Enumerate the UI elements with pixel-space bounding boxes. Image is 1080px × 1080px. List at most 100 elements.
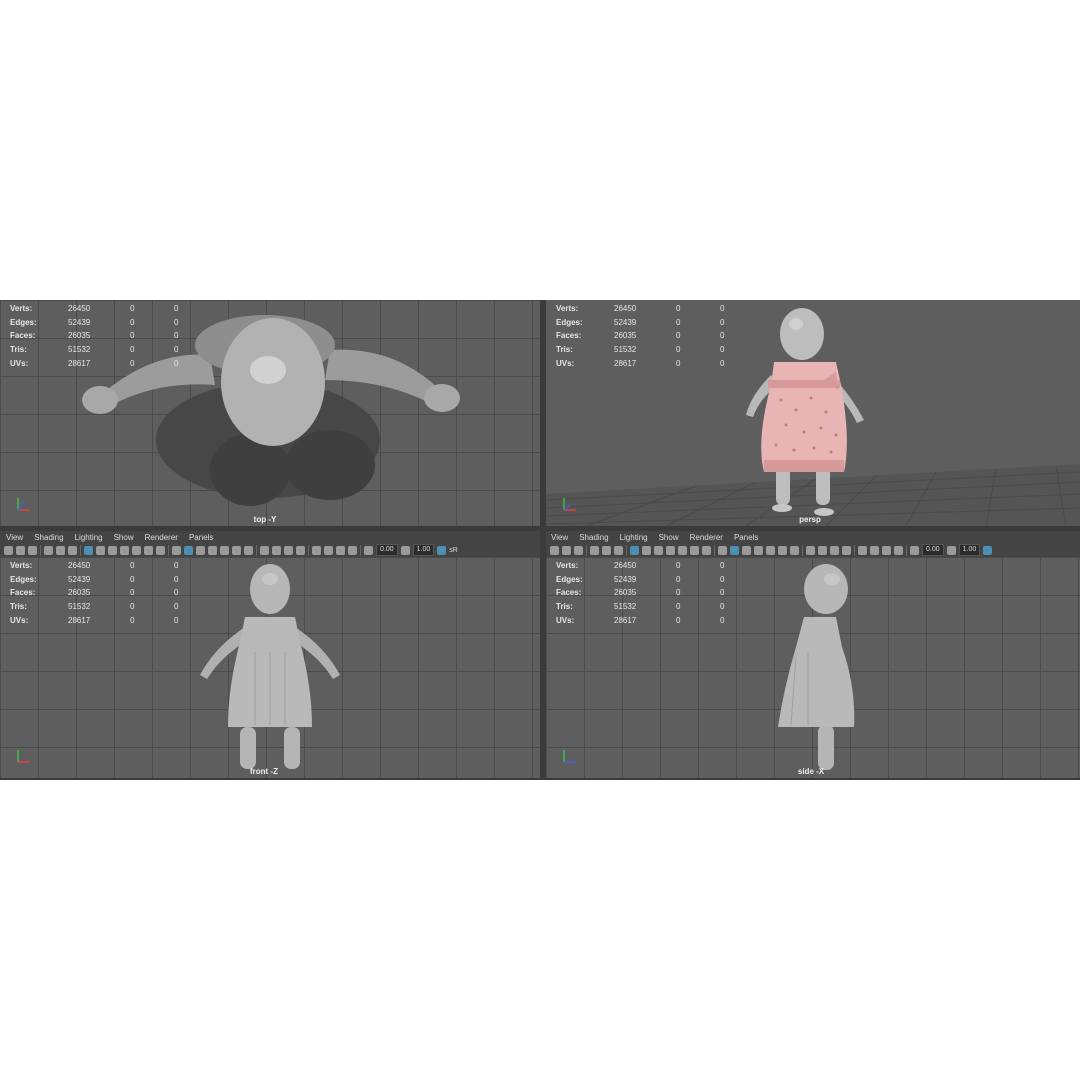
field-chart-icon[interactable] — [132, 545, 141, 555]
xray-icon[interactable] — [870, 545, 879, 555]
motion-blur-icon[interactable] — [818, 545, 827, 555]
motion-blur-icon[interactable] — [272, 545, 281, 555]
lights-icon[interactable] — [232, 545, 241, 555]
wireframe-icon[interactable] — [172, 545, 181, 555]
panel-toolbar: 0.00 1.00 sR — [0, 543, 540, 557]
menu-lighting[interactable]: Lighting — [620, 533, 648, 542]
wireframe-on-shaded-icon[interactable] — [208, 545, 217, 555]
gamma-field[interactable]: 1.00 — [958, 544, 981, 556]
separator — [586, 544, 587, 556]
safe-title-icon[interactable] — [702, 545, 711, 555]
shadows-icon[interactable] — [790, 545, 799, 555]
menu-view[interactable]: View — [6, 533, 23, 542]
depth-of-field-icon[interactable] — [842, 545, 851, 555]
separator — [854, 544, 855, 556]
shadows-icon[interactable] — [244, 545, 253, 555]
textured-icon[interactable] — [766, 545, 775, 555]
wireframe-icon[interactable] — [718, 545, 727, 555]
grid-toggle-icon[interactable] — [630, 545, 639, 555]
color-management-icon[interactable] — [983, 545, 993, 555]
camera-attributes-icon[interactable] — [16, 545, 25, 555]
separator — [626, 544, 627, 556]
menu-shading[interactable]: Shading — [34, 533, 63, 542]
gate-mask-icon[interactable] — [120, 545, 129, 555]
xray-joints-icon[interactable] — [348, 545, 357, 555]
exposure-field[interactable]: 0.00 — [922, 544, 944, 556]
poly-count-hud: Verts: 26450 0 0 Edges: 52439 0 0 Faces: 26035 0… — [556, 561, 725, 625]
resolution-gate-icon[interactable] — [108, 545, 117, 555]
menu-panels[interactable]: Panels — [189, 533, 213, 542]
grease-pencil-icon[interactable] — [614, 545, 623, 555]
lights-icon[interactable] — [778, 545, 787, 555]
gamma-icon[interactable] — [946, 545, 956, 555]
field-chart-icon[interactable] — [678, 545, 687, 555]
smooth-shade-icon[interactable] — [184, 545, 193, 555]
menu-renderer[interactable]: Renderer — [145, 533, 178, 542]
separator — [168, 544, 169, 556]
safe-title-icon[interactable] — [156, 545, 165, 555]
color-management-icon[interactable] — [437, 545, 447, 555]
exposure-icon[interactable] — [364, 545, 373, 555]
safe-action-icon[interactable] — [690, 545, 699, 555]
exposure-field[interactable]: 0.00 — [376, 544, 398, 556]
image-plane-icon[interactable] — [44, 545, 53, 555]
panel-menubar: View Shading Lighting Show Renderer Pane… — [546, 531, 1080, 543]
camera-label: front -Z — [250, 767, 278, 776]
maya-viewport-workspace: Verts: 26450 0 0 Edges: 52439 0 0 Faces: 26035 0… — [0, 300, 1080, 780]
gamma-icon[interactable] — [400, 545, 410, 555]
gate-mask-icon[interactable] — [666, 545, 675, 555]
camera-label: persp — [799, 515, 821, 524]
isolate-select-icon[interactable] — [312, 545, 321, 555]
axis-gizmo-icon — [563, 750, 576, 763]
camera-select-icon[interactable] — [4, 545, 13, 555]
menu-show[interactable]: Show — [659, 533, 679, 542]
camera-attributes-icon[interactable] — [562, 545, 571, 555]
film-gate-icon[interactable] — [642, 545, 651, 555]
smooth-shade-icon[interactable] — [730, 545, 739, 555]
default-material-icon[interactable] — [196, 545, 205, 555]
menu-show[interactable]: Show — [114, 533, 134, 542]
safe-action-icon[interactable] — [144, 545, 153, 555]
menu-lighting[interactable]: Lighting — [75, 533, 103, 542]
wireframe-on-shaded-icon[interactable] — [754, 545, 763, 555]
menu-renderer[interactable]: Renderer — [690, 533, 723, 542]
viewport-persp[interactable]: Verts: 26450 0 0 Edges: 52439 0 0 Faces: 26035 0… — [546, 300, 1080, 526]
xray-active-icon[interactable] — [336, 545, 345, 555]
viewport-side[interactable]: Verts: 26450 0 0 Edges: 52439 0 0 Faces: 26035 0… — [546, 557, 1080, 778]
ambient-occlusion-icon[interactable] — [806, 545, 815, 555]
depth-of-field-icon[interactable] — [296, 545, 305, 555]
viewport-front[interactable]: Verts: 26450 0 0 Edges: 52439 0 0 Faces: 26035 0… — [0, 557, 540, 778]
default-material-icon[interactable] — [742, 545, 751, 555]
separator — [360, 544, 361, 556]
grid-toggle-icon[interactable] — [84, 545, 93, 555]
camera-select-icon[interactable] — [550, 545, 559, 555]
bookmark-icon[interactable] — [574, 545, 583, 555]
separator — [80, 544, 81, 556]
menu-panels[interactable]: Panels — [734, 533, 758, 542]
resolution-gate-icon[interactable] — [654, 545, 663, 555]
colorspace-label[interactable]: sR — [449, 547, 458, 554]
separator — [256, 544, 257, 556]
xray-icon[interactable] — [324, 545, 333, 555]
viewport-top[interactable]: Verts: 26450 0 0 Edges: 52439 0 0 Faces: 26035 0… — [0, 300, 540, 526]
isolate-select-icon[interactable] — [858, 545, 867, 555]
menu-shading[interactable]: Shading — [579, 533, 608, 542]
gamma-field[interactable]: 1.00 — [412, 544, 435, 556]
textured-icon[interactable] — [220, 545, 229, 555]
panel-toolbar: 0.00 1.00 — [546, 543, 1080, 557]
exposure-icon[interactable] — [910, 545, 919, 555]
ambient-occlusion-icon[interactable] — [260, 545, 269, 555]
anti-aliasing-icon[interactable] — [284, 545, 293, 555]
film-gate-icon[interactable] — [96, 545, 105, 555]
grease-pencil-icon[interactable] — [68, 545, 77, 555]
panel-menubar: View Shading Lighting Show Renderer Pane… — [0, 531, 540, 543]
xray-active-icon[interactable] — [882, 545, 891, 555]
bookmark-icon[interactable] — [28, 545, 37, 555]
2d-pan-zoom-icon[interactable] — [56, 545, 65, 555]
image-plane-icon[interactable] — [590, 545, 599, 555]
xray-joints-icon[interactable] — [894, 545, 903, 555]
separator — [40, 544, 41, 556]
2d-pan-zoom-icon[interactable] — [602, 545, 611, 555]
menu-view[interactable]: View — [551, 533, 568, 542]
anti-aliasing-icon[interactable] — [830, 545, 839, 555]
